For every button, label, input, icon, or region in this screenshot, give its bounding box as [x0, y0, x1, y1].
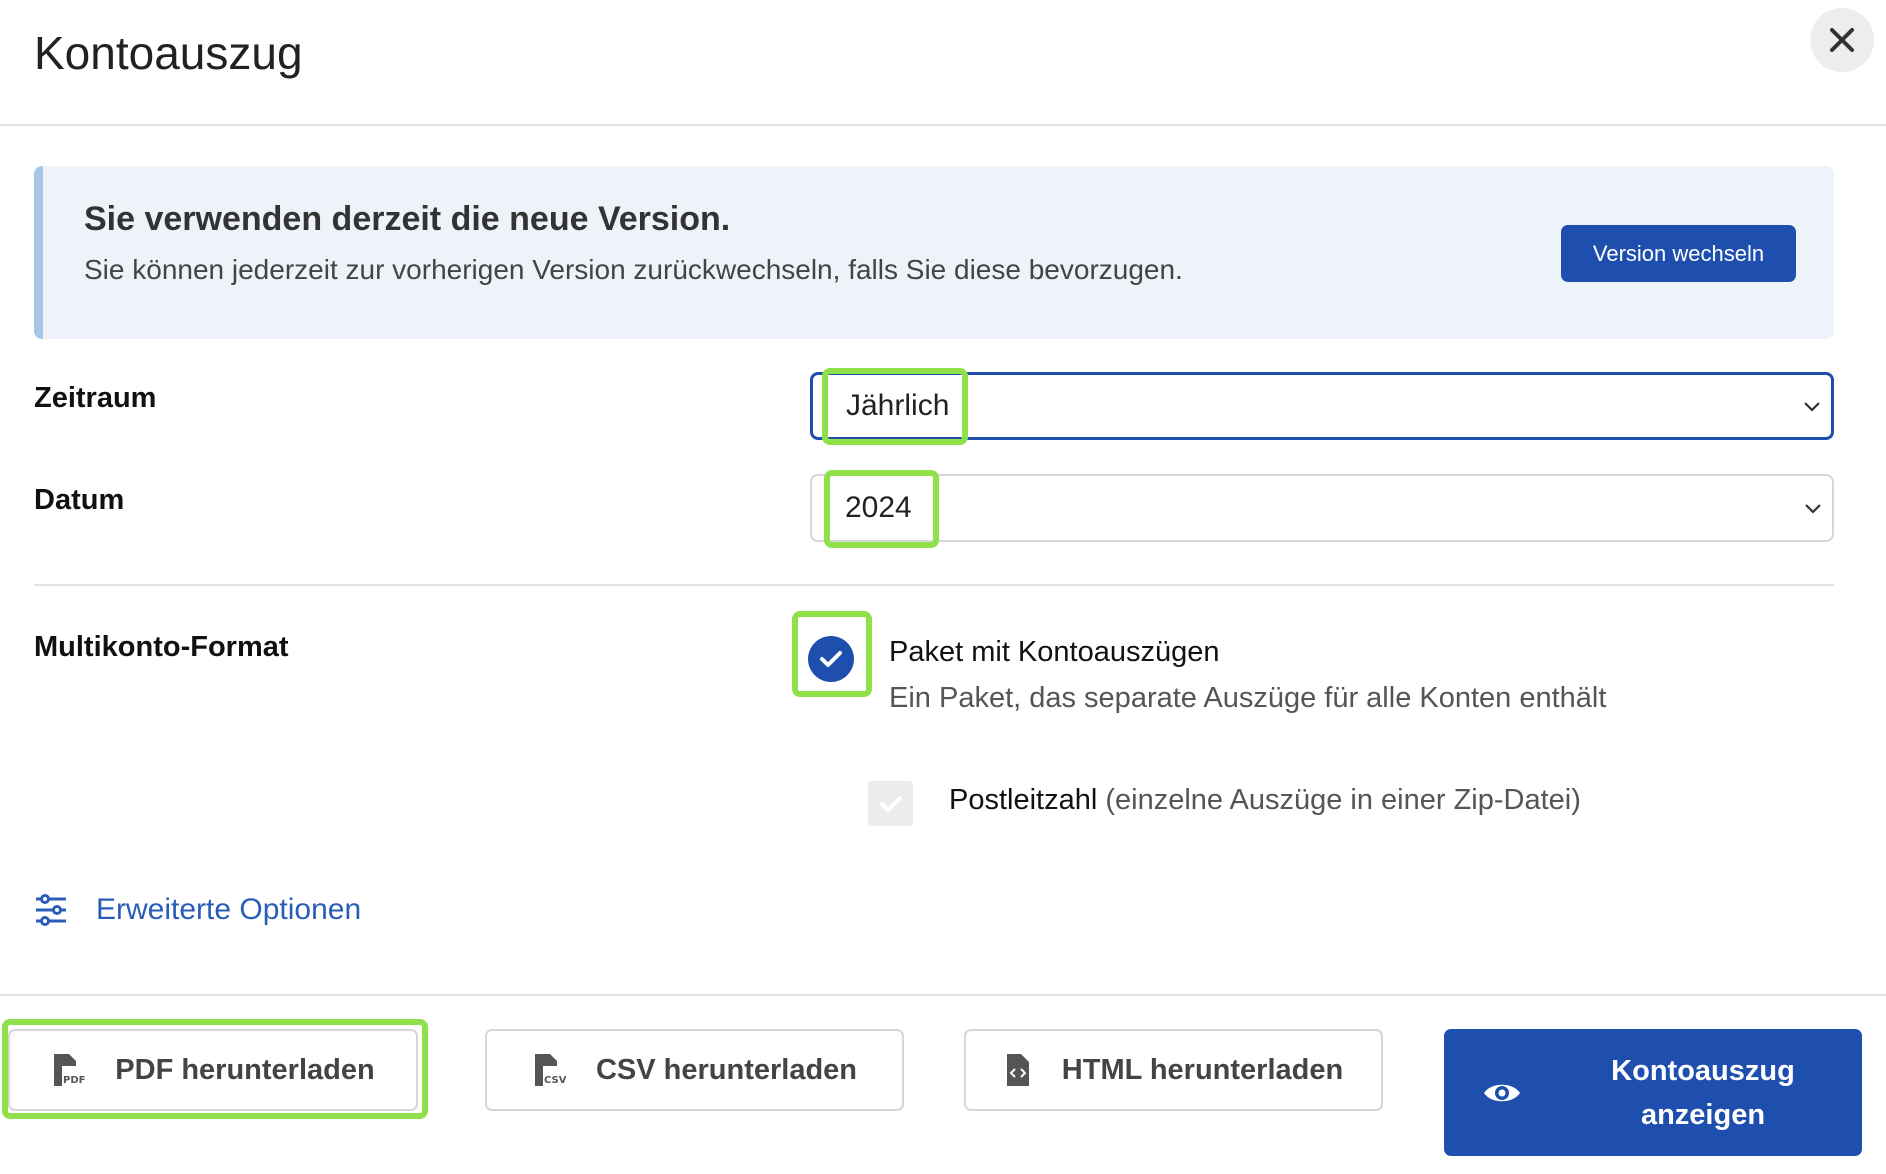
close-button[interactable] [1810, 8, 1874, 72]
check-icon [879, 795, 902, 812]
download-html-button[interactable]: HTML herunterladen [964, 1029, 1383, 1111]
view-statement-label-line2: anzeigen [1640, 1098, 1766, 1131]
section-divider [34, 584, 1834, 586]
view-statement-button[interactable]: Kontoauszug anzeigen [1444, 1029, 1862, 1156]
package-option-description: Ein Paket, das separate Auszüge für alle… [889, 682, 1607, 714]
advanced-options-label: Erweiterte Optionen [96, 893, 362, 926]
eye-icon [1484, 1084, 1520, 1101]
multi-account-label: Multikonto-Format [34, 631, 289, 663]
view-statement-label: Kontoauszug anzeigen [1564, 1049, 1842, 1137]
date-select[interactable]: 2024 [810, 474, 1834, 542]
close-icon [1830, 28, 1854, 52]
svg-text:CSV: CSV [544, 1075, 566, 1086]
zip-checkbox-label: Postleitzahl (einzelne Auszüge in einer … [949, 784, 1581, 817]
download-csv-label: CSV herunterladen [595, 1053, 858, 1086]
period-select-value: Jährlich [846, 389, 950, 422]
package-radio[interactable] [808, 636, 854, 682]
dialog-header: Kontoauszug [0, 0, 1886, 126]
dialog-title: Kontoauszug [34, 27, 303, 79]
chevron-down-icon [1804, 402, 1820, 412]
html-file-icon [1004, 1052, 1032, 1088]
zip-checkbox[interactable] [868, 781, 913, 826]
check-icon [820, 651, 842, 667]
pdf-file-icon: PDF [51, 1052, 85, 1088]
footer-divider [0, 994, 1886, 996]
date-select-value: 2024 [845, 491, 912, 524]
csv-file-icon: CSV [532, 1052, 566, 1088]
download-pdf-button[interactable]: PDF PDF herunterladen [8, 1029, 418, 1111]
date-label: Datum [34, 484, 125, 516]
zip-label-main: Postleitzahl [949, 784, 1098, 816]
period-select[interactable]: Jährlich [810, 372, 1834, 440]
version-banner: Sie verwenden derzeit die neue Version. … [34, 166, 1834, 339]
chevron-down-icon [1805, 504, 1821, 514]
banner-text: Sie können jederzeit zur vorherigen Vers… [84, 254, 1183, 285]
advanced-options-link[interactable]: Erweiterte Optionen [34, 893, 361, 927]
view-statement-label-line1: Kontoauszug [1611, 1054, 1795, 1087]
svg-text:PDF: PDF [63, 1075, 85, 1086]
switch-version-button[interactable]: Version wechseln [1561, 225, 1796, 282]
download-csv-button[interactable]: CSV CSV herunterladen [485, 1029, 904, 1111]
statement-dialog: Kontoauszug Sie verwenden derzeit die ne… [0, 0, 1886, 1174]
banner-title: Sie verwenden derzeit die neue Version. [84, 200, 731, 238]
download-html-label: HTML herunterladen [1061, 1053, 1344, 1086]
zip-label-note: (einzelne Auszüge in einer Zip-Datei) [1097, 784, 1581, 816]
period-label: Zeitraum [34, 382, 157, 414]
sliders-icon [36, 894, 66, 926]
download-pdf-label: PDF herunterladen [115, 1053, 375, 1086]
package-option-title: Paket mit Kontoauszügen [889, 636, 1220, 668]
